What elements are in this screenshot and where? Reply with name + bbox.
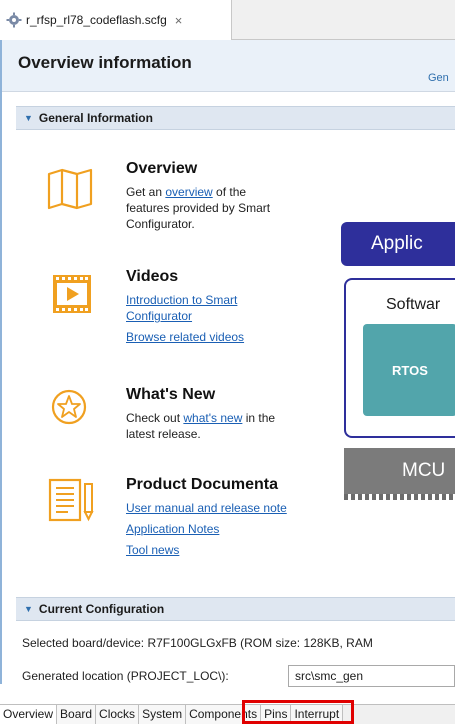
product-docs-item: Product Documenta User manual and releas… xyxy=(126,476,287,563)
overview-text-prefix: Get an xyxy=(126,185,166,199)
close-icon[interactable]: × xyxy=(175,13,183,28)
software-label: Softwar xyxy=(386,296,441,313)
document-icon xyxy=(48,478,94,522)
tab-system[interactable]: System xyxy=(139,705,187,724)
collapse-arrow-icon: ▼ xyxy=(24,604,33,614)
application-notes-link[interactable]: Application Notes xyxy=(126,522,219,536)
selected-board-row: Selected board/device: R7F100GLGxFB (ROM… xyxy=(22,636,373,650)
current-configuration-section-header[interactable]: ▼ Current Configuration xyxy=(16,597,455,621)
videos-title: Videos xyxy=(126,268,179,285)
board-value: R7F100GLGxFB (ROM size: 128KB, RAM xyxy=(147,636,373,650)
videos-item: Videos Introduction to Smart Configurator… xyxy=(126,268,244,350)
overview-text-line2: features provided by Smart xyxy=(126,201,271,215)
tab-board[interactable]: Board xyxy=(57,705,97,724)
tab-overview[interactable]: Overview xyxy=(0,705,58,724)
general-information-section-header[interactable]: ▼ General Information xyxy=(16,106,455,130)
whats-new-item: What's New Check out what's new in the l… xyxy=(126,386,275,442)
overview-link[interactable]: overview xyxy=(165,185,212,199)
rtos-block: RTOS xyxy=(363,324,455,416)
whats-new-title: What's New xyxy=(126,386,216,403)
overview-text-suffix: of the xyxy=(212,185,247,199)
whats-new-text-line2: latest release. xyxy=(126,427,201,441)
overview-text: Get an overview of the features provided… xyxy=(126,184,270,232)
generated-location-input[interactable]: src\smc_gen xyxy=(288,665,455,687)
overview-title: Overview xyxy=(126,160,198,177)
whats-new-text-suffix: in the xyxy=(242,411,276,425)
editor-tab-bar: r_rfsp_rl78_codeflash.scfg × xyxy=(0,0,455,40)
tool-news-link[interactable]: Tool news xyxy=(126,543,179,557)
overview-text-line3: Configurator. xyxy=(126,217,195,231)
application-block: Applic xyxy=(341,222,455,266)
user-manual-link[interactable]: User manual and release note xyxy=(126,501,287,515)
components-tab-highlight xyxy=(242,700,354,724)
mcu-pins xyxy=(344,494,455,500)
intro-video-link[interactable]: Introduction to Smart Configurator xyxy=(126,293,237,323)
overview-item: Overview Get an overview of the features… xyxy=(126,160,270,232)
intro-video-link-line1: Introduction to Smart xyxy=(126,293,238,307)
star-badge-icon xyxy=(51,389,87,425)
collapse-arrow-icon: ▼ xyxy=(24,113,33,123)
whats-new-text-prefix: Check out xyxy=(126,411,184,425)
gear-icon xyxy=(6,12,22,28)
generated-location-label: Generated location (PROJECT_LOC\): xyxy=(22,669,229,683)
video-icon xyxy=(53,275,91,313)
software-block: Softwar RTOS xyxy=(344,278,455,438)
editor-content: Overview information Gen ▼ General Infor… xyxy=(0,40,455,684)
editor-tab-title: r_rfsp_rl78_codeflash.scfg xyxy=(26,13,167,27)
map-icon xyxy=(47,168,93,210)
tab-clocks[interactable]: Clocks xyxy=(96,705,140,724)
section-title: General Information xyxy=(38,111,153,125)
generate-link[interactable]: Gen xyxy=(428,72,449,84)
whats-new-text: Check out what's new in the latest relea… xyxy=(126,410,275,442)
product-docs-title: Product Documenta xyxy=(126,476,279,493)
board-label: Selected board/device: xyxy=(22,636,145,650)
page-header: Overview information Gen xyxy=(2,40,455,92)
whats-new-link[interactable]: what's new xyxy=(183,411,242,425)
section-title: Current Configuration xyxy=(38,602,165,616)
mcu-block: MCU xyxy=(344,448,455,494)
bottom-tab-bar: Overview Board Clocks System Components … xyxy=(0,704,455,724)
browse-videos-link[interactable]: Browse related videos xyxy=(126,330,244,344)
intro-video-link-line2: Configurator xyxy=(126,309,193,323)
editor-tab[interactable]: r_rfsp_rl78_codeflash.scfg × xyxy=(0,0,232,40)
page-title: Overview information xyxy=(18,53,192,72)
